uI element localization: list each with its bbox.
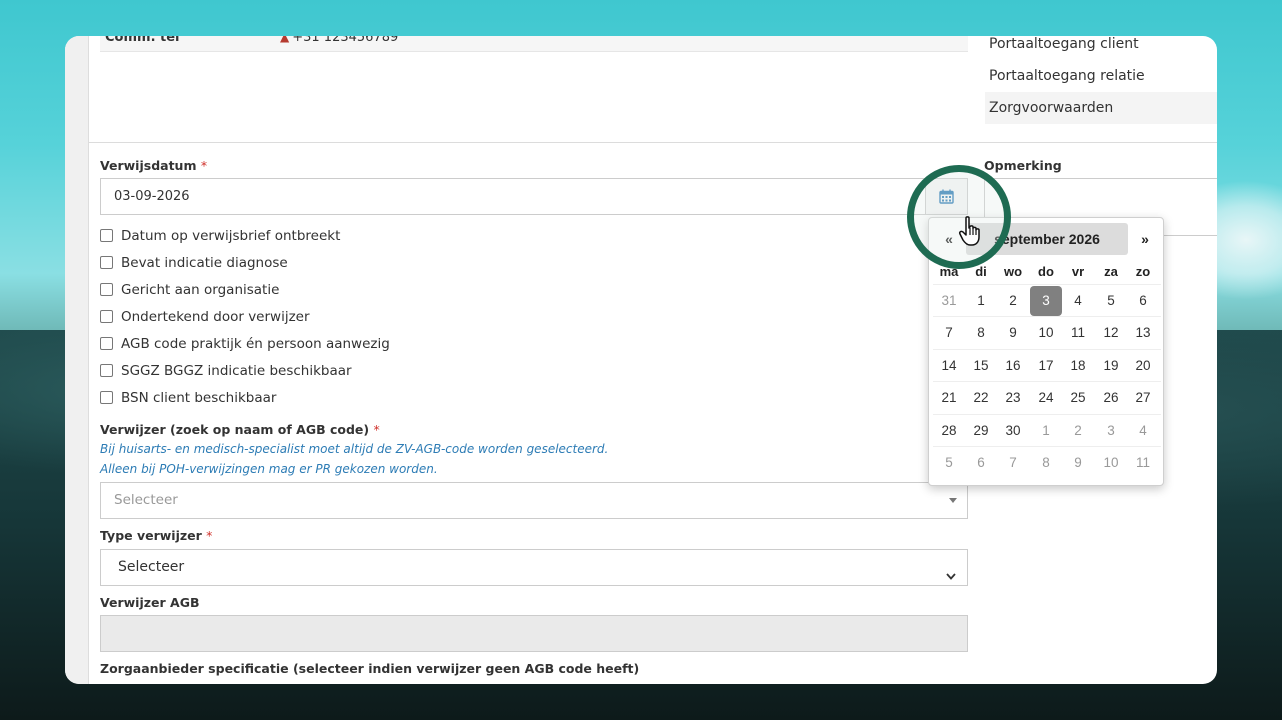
datepicker-day[interactable]: 12 [1095,318,1127,348]
datepicker-day[interactable]: 4 [1062,286,1094,316]
datepicker-day[interactable]: 7 [933,318,965,348]
checkbox[interactable] [100,391,113,404]
datepicker-day[interactable]: 11 [1127,448,1159,478]
datepicker-day[interactable]: 29 [965,416,997,446]
datepicker-day[interactable]: 13 [1127,318,1159,348]
datepicker-day[interactable]: 11 [1062,318,1094,348]
datepicker-day[interactable]: 30 [997,416,1029,446]
datepicker-day[interactable]: 3 [1030,286,1062,316]
hand-pointer-icon [958,215,984,251]
verwijzer-hint-2: Alleen bij POH-verwijzingen mag er PR ge… [100,462,438,476]
chevron-down-icon [945,561,957,596]
datepicker-row-divider [933,381,1161,383]
checkbox[interactable] [100,283,113,296]
datepicker-day[interactable]: 10 [1095,448,1127,478]
datepicker-day[interactable]: 22 [965,383,997,413]
checkbox[interactable] [100,256,113,269]
datepicker-day[interactable]: 6 [1127,286,1159,316]
side-nav-list: Portaaltoegang client Portaaltoegang rel… [985,36,1217,124]
datepicker-dow-zo: zo [1135,264,1151,279]
datepicker-day[interactable]: 20 [1127,351,1159,381]
datepicker-day[interactable]: 6 [965,448,997,478]
datepicker-day[interactable]: 3 [1095,416,1127,446]
datepicker-day[interactable]: 8 [965,318,997,348]
datepicker-day[interactable]: 7 [997,448,1029,478]
datepicker-day[interactable]: 28 [933,416,965,446]
datepicker-day[interactable]: 2 [997,286,1029,316]
checkbox-ondertekend[interactable]: Ondertekend door verwijzer [100,309,310,329]
opmerking-label: Opmerking [984,158,1062,173]
checkbox-sggz-bggz[interactable]: SGGZ BGGZ indicatie beschikbaar [100,363,352,383]
datepicker-day[interactable]: 5 [933,448,965,478]
datepicker-day[interactable]: 4 [1127,416,1159,446]
checkbox[interactable] [100,364,113,377]
datepicker-day[interactable]: 17 [1030,351,1062,381]
verwijzer-agb-field [100,615,968,652]
datepicker-day[interactable]: 1 [965,286,997,316]
caret-down-icon [949,498,957,503]
datepicker-day[interactable]: 10 [1030,318,1062,348]
checkbox[interactable] [100,337,113,350]
zorgaanbieder-label: Zorgaanbieder specificatie (selecteer in… [100,661,640,676]
datepicker-day[interactable]: 16 [997,351,1029,381]
comm-tel-value: ▲ +31 123456789 [280,36,398,45]
datepicker-day[interactable]: 24 [1030,383,1062,413]
checkbox[interactable] [100,310,113,323]
datepicker-dow-vr: vr [1071,264,1085,279]
side-item-portaal-client[interactable]: Portaaltoegang client [985,36,1217,60]
datepicker-day[interactable]: 5 [1095,286,1127,316]
side-item-portaal-relatie[interactable]: Portaaltoegang relatie [985,60,1217,92]
warning-icon: ▲ [280,36,290,44]
left-strip [65,36,89,684]
checkbox-gericht-organisatie[interactable]: Gericht aan organisatie [100,282,279,302]
checkbox-agb-code[interactable]: AGB code praktijk én persoon aanwezig [100,336,390,356]
datepicker-day[interactable]: 9 [1062,448,1094,478]
datepicker-day[interactable]: 15 [965,351,997,381]
checkbox-datum-ontbreekt[interactable]: Datum op verwijsbrief ontbreekt [100,228,340,248]
client-info-section: Comm. tel ▲ +31 123456789 Portaaltoegang … [89,36,1217,143]
datepicker-day[interactable]: 14 [933,351,965,381]
datepicker-day[interactable]: 26 [1095,383,1127,413]
datepicker-day[interactable]: 27 [1127,383,1159,413]
verwijsdatum-input[interactable]: 03-09-2026 [100,178,926,215]
side-item-zorgvoorwaarden[interactable]: Zorgvoorwaarden [985,92,1217,124]
datepicker-next-button[interactable]: » [1130,223,1160,255]
datepicker-row-divider [933,348,1161,350]
verwijsdatum-label: Verwijsdatum * [100,158,208,173]
datepicker-row-divider [933,413,1161,415]
verwijzer-agb-label: Verwijzer AGB [100,595,200,610]
datepicker-dow-za: za [1104,264,1118,279]
datepicker-day[interactable]: 19 [1095,351,1127,381]
verwijzer-label: Verwijzer (zoek op naam of AGB code) * [100,422,380,437]
datepicker-day[interactable]: 31 [933,286,965,316]
datepicker-row-divider [933,446,1161,447]
checkbox-bsn[interactable]: BSN client beschikbaar [100,390,276,410]
verwijzer-select[interactable]: Selecteer [100,482,968,519]
datepicker-day[interactable]: 1 [1030,416,1062,446]
datepicker-dow-wo: wo [1003,264,1023,279]
datepicker-day[interactable]: 2 [1062,416,1094,446]
type-verwijzer-select[interactable]: Selecteer [100,549,968,586]
datepicker-day[interactable]: 23 [997,383,1029,413]
datepicker-dow-do: do [1038,264,1054,279]
datepicker-row-divider [933,316,1161,318]
comm-tel-row: Comm. tel ▲ +31 123456789 [100,36,968,52]
datepicker-day[interactable]: 25 [1062,383,1094,413]
checkbox-indicatie-diagnose[interactable]: Bevat indicatie diagnose [100,255,288,275]
type-verwijzer-label: Type verwijzer * [100,528,213,543]
datepicker-day[interactable]: 18 [1062,351,1094,381]
main-card: Comm. tel ▲ +31 123456789 Portaaltoegang … [65,36,1217,684]
datepicker-day[interactable]: 9 [997,318,1029,348]
verwijzer-hint-1: Bij huisarts- en medisch-specialist moet… [100,442,609,456]
comm-tel-label: Comm. tel [105,36,180,45]
checkbox[interactable] [100,229,113,242]
datepicker-day[interactable]: 8 [1030,448,1062,478]
datepicker-row-divider [933,284,1161,285]
datepicker-day[interactable]: 21 [933,383,965,413]
